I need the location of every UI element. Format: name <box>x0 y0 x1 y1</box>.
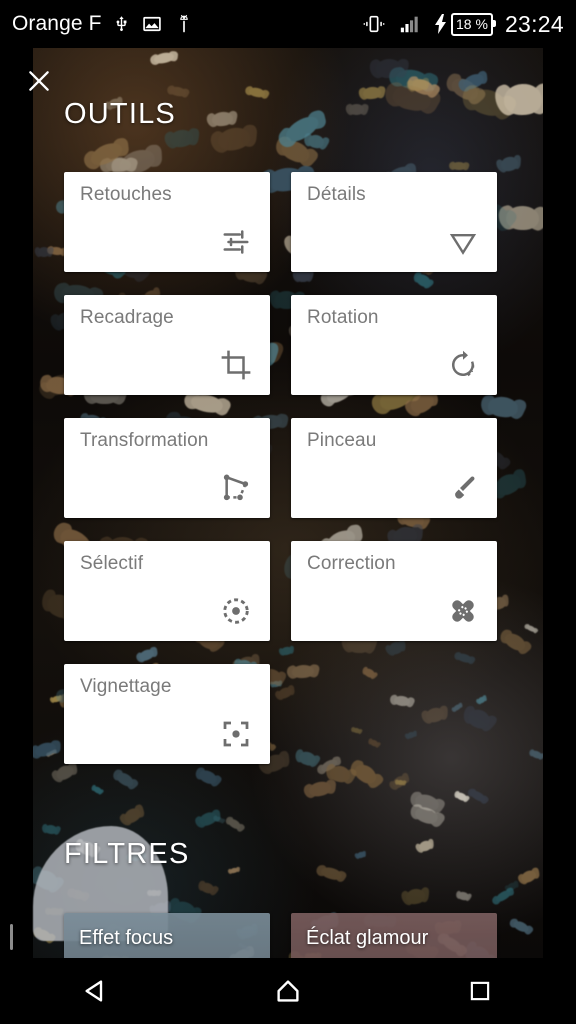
tools-row: Transformation Pinceau <box>64 418 514 518</box>
scrollbar-indicator[interactable] <box>10 924 13 950</box>
triangle-down-icon <box>441 220 485 264</box>
tool-label: Sélectif <box>80 553 144 574</box>
crop-icon <box>214 343 258 387</box>
rotate-icon <box>441 343 485 387</box>
phone-screen: Orange F 18 % 23:24 OUTILS Retouches Dét… <box>0 0 576 1024</box>
tool-card-details[interactable]: Détails <box>291 172 497 272</box>
status-bar-left: Orange F <box>12 12 362 36</box>
tool-card-retouches[interactable]: Retouches <box>64 172 270 272</box>
tool-card-vignettage[interactable]: Vignettage <box>64 664 270 764</box>
clock-label: 23:24 <box>504 10 564 37</box>
status-bar: Orange F 18 % 23:24 <box>0 0 576 48</box>
tool-card-selectif[interactable]: Sélectif <box>64 541 270 641</box>
navigation-bar <box>0 958 576 1024</box>
selective-dot-icon <box>214 589 258 633</box>
battery-percent-label: 18 % <box>456 16 488 32</box>
status-bar-right: 18 % 23:24 <box>362 11 564 38</box>
close-icon[interactable] <box>22 64 56 98</box>
tools-row: Vignettage <box>64 664 514 764</box>
usb-icon <box>113 13 130 35</box>
tune-icon <box>214 220 258 264</box>
vibrate-icon <box>362 13 386 35</box>
tools-heading: OUTILS <box>64 98 176 130</box>
tool-card-rotation[interactable]: Rotation <box>291 295 497 395</box>
battery-icon: 18 % <box>451 12 496 36</box>
vignette-icon <box>214 712 258 756</box>
tool-label: Détails <box>307 184 366 205</box>
brush-icon <box>441 466 485 510</box>
charging-bolt-icon <box>434 14 448 34</box>
filters-heading: FILTRES <box>64 838 190 870</box>
tool-label: Pinceau <box>307 430 377 451</box>
tool-label: Correction <box>307 553 396 574</box>
recents-icon[interactable] <box>432 958 528 1024</box>
battery-status: 18 % <box>434 12 496 36</box>
healing-icon <box>441 589 485 633</box>
tool-label: Retouches <box>80 184 172 205</box>
tools-row: Retouches Détails <box>64 172 514 272</box>
tool-label: Rotation <box>307 307 379 328</box>
tools-grid: Retouches Détails Recadrage Rotation Tra… <box>64 172 514 787</box>
filter-label: Éclat glamour <box>306 927 429 949</box>
tool-card-transformation[interactable]: Transformation <box>64 418 270 518</box>
android-icon <box>174 13 194 35</box>
home-icon[interactable] <box>240 958 336 1024</box>
image-icon <box>141 14 163 34</box>
tools-row: Recadrage Rotation <box>64 295 514 395</box>
transform-icon <box>214 466 258 510</box>
tool-card-pinceau[interactable]: Pinceau <box>291 418 497 518</box>
tool-card-recadrage[interactable]: Recadrage <box>64 295 270 395</box>
signal-icon <box>398 13 422 35</box>
tools-row: Sélectif Correction <box>64 541 514 641</box>
filter-label: Effet focus <box>79 927 174 949</box>
tool-card-correction[interactable]: Correction <box>291 541 497 641</box>
tool-label: Recadrage <box>80 307 174 328</box>
tool-label: Transformation <box>80 430 209 451</box>
back-icon[interactable] <box>48 958 144 1024</box>
carrier-label: Orange F <box>12 12 102 35</box>
tool-label: Vignettage <box>80 676 172 697</box>
tools-overlay: OUTILS Retouches Détails Recadrage Rotat… <box>0 48 576 1024</box>
